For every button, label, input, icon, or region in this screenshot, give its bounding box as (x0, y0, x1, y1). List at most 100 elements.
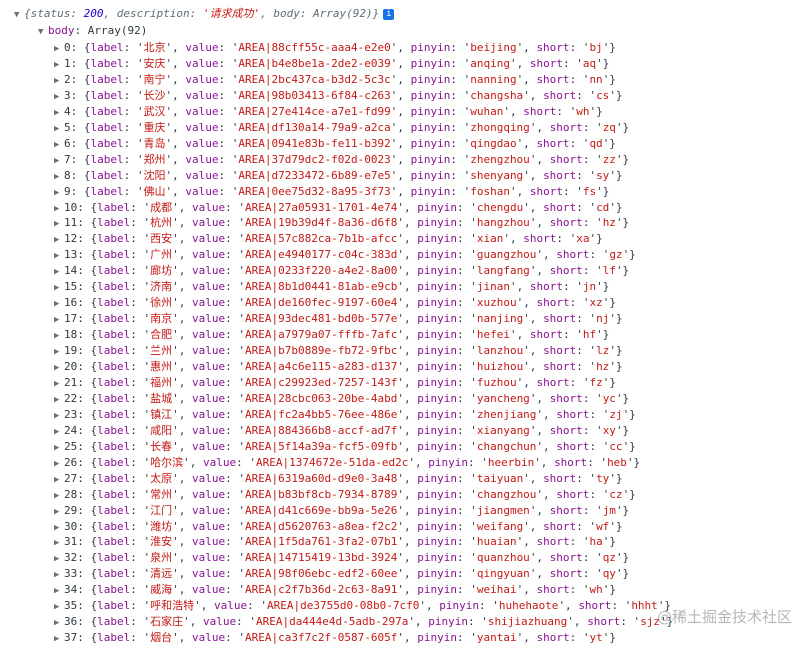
expand-triangle-icon[interactable]: ▶ (54, 264, 64, 280)
array-item-row[interactable]: ▶ 5: {label: '重庆', value: 'AREA|df130a14-… (54, 120, 629, 136)
expand-triangle-icon[interactable]: ▶ (54, 105, 64, 121)
item-label: 哈尔滨 (150, 455, 184, 469)
expand-triangle-icon[interactable]: ▶ (54, 280, 64, 296)
item-label: 重庆 (143, 120, 166, 134)
array-item-row[interactable]: ▶ 25: {label: '长春', value: 'AREA|5f14a39a… (54, 439, 636, 455)
collapse-triangle-icon[interactable]: ▼ (14, 7, 24, 23)
expand-triangle-icon[interactable]: ▶ (54, 312, 64, 328)
summary-mid: , description: (103, 7, 203, 20)
item-pinyin: zhongqing (470, 120, 530, 134)
expand-triangle-icon[interactable]: ▶ (54, 520, 64, 536)
array-item-row[interactable]: ▶ 26: {label: '哈尔滨', value: 'AREA|1374672… (54, 455, 640, 471)
expand-triangle-icon[interactable]: ▶ (54, 535, 64, 551)
item-value: AREA|57c882ca-7b1b-afcc (245, 232, 398, 246)
array-item-row[interactable]: ▶ 36: {label: '石家庄', value: 'AREA|da444e4… (54, 614, 673, 630)
array-item-row[interactable]: ▶ 23: {label: '镇江', value: 'AREA|fc2a4bb5… (54, 407, 636, 423)
array-item-row[interactable]: ▶ 15: {label: '济南', value: 'AREA|8b1d0441… (54, 279, 609, 295)
item-pinyin: zhengzhou (470, 152, 530, 166)
response-summary[interactable]: ▼ {status: 200, description: '请求成功', body… (14, 6, 395, 23)
array-item-row[interactable]: ▶ 10: {label: '成都', value: 'AREA|27a05931… (54, 200, 623, 216)
array-item-row[interactable]: ▶ 8: {label: '沈阳', value: 'AREA|d7233472-… (54, 168, 623, 184)
expand-triangle-icon[interactable]: ▶ (54, 424, 64, 440)
item-pinyin: lanzhou (476, 344, 524, 358)
expand-triangle-icon[interactable]: ▶ (54, 472, 64, 488)
array-item-row[interactable]: ▶ 18: {label: '合肥', value: 'AREA|a7979a07… (54, 327, 609, 343)
array-item-row[interactable]: ▶ 37: {label: '烟台', value: 'AREA|ca3f7c2f… (54, 630, 616, 646)
expand-triangle-icon[interactable]: ▶ (54, 615, 64, 631)
expand-triangle-icon[interactable]: ▶ (54, 583, 64, 599)
expand-triangle-icon[interactable]: ▶ (54, 328, 64, 344)
item-label: 常州 (150, 487, 173, 501)
expand-triangle-icon[interactable]: ▶ (54, 440, 64, 456)
item-short: xy (602, 423, 616, 437)
expand-triangle-icon[interactable]: ▶ (54, 360, 64, 376)
expand-triangle-icon[interactable]: ▶ (54, 504, 64, 520)
expand-triangle-icon[interactable]: ▶ (54, 408, 64, 424)
expand-triangle-icon[interactable]: ▶ (54, 344, 64, 360)
expand-triangle-icon[interactable]: ▶ (54, 392, 64, 408)
array-item-row[interactable]: ▶ 31: {label: '淮安', value: 'AREA|1f5da761… (54, 534, 616, 550)
expand-triangle-icon[interactable]: ▶ (54, 631, 64, 647)
array-item-row[interactable]: ▶ 11: {label: '杭州', value: 'AREA|19b39d4f… (54, 215, 629, 231)
array-item-row[interactable]: ▶ 6: {label: '青岛', value: 'AREA|0941e83b-… (54, 136, 616, 152)
expand-triangle-icon[interactable]: ▶ (54, 57, 64, 73)
expand-triangle-icon[interactable]: ▶ (54, 153, 64, 169)
array-item-row[interactable]: ▶ 34: {label: '威海', value: 'AREA|c2f7b36d… (54, 582, 616, 598)
expand-triangle-icon[interactable]: ▶ (54, 599, 64, 615)
item-pinyin: qingyuan (476, 567, 530, 581)
body-property[interactable]: ▼ body: Array(92) (38, 23, 147, 39)
item-label: 福州 (150, 375, 173, 389)
item-value: AREA|8b1d0441-81ab-e9cb (245, 280, 398, 294)
array-item-row[interactable]: ▶ 7: {label: '郑州', value: 'AREA|37d79dc2-… (54, 152, 629, 168)
array-item-row[interactable]: ▶ 17: {label: '南京', value: 'AREA|93dec481… (54, 311, 623, 327)
info-icon[interactable]: i (383, 9, 395, 20)
collapse-triangle-icon[interactable]: ▼ (38, 24, 48, 40)
array-item-row[interactable]: ▶ 29: {label: '江门', value: 'AREA|d41c669e… (54, 503, 629, 519)
array-item-row[interactable]: ▶ 13: {label: '广州', value: 'AREA|e4940177… (54, 247, 636, 263)
expand-triangle-icon[interactable]: ▶ (54, 248, 64, 264)
expand-triangle-icon[interactable]: ▶ (54, 376, 64, 392)
array-item-row[interactable]: ▶ 3: {label: '长沙', value: 'AREA|98b03413-… (54, 88, 623, 104)
expand-triangle-icon[interactable]: ▶ (54, 456, 64, 472)
array-item-row[interactable]: ▶ 27: {label: '太原', value: 'AREA|6319a60d… (54, 471, 623, 487)
array-item-row[interactable]: ▶ 1: {label: '安庆', value: 'AREA|b4e8be1a-… (54, 56, 609, 72)
item-pinyin: hefei (476, 328, 510, 342)
expand-triangle-icon[interactable]: ▶ (54, 551, 64, 567)
array-item-row[interactable]: ▶ 16: {label: '徐州', value: 'AREA|de160fec… (54, 295, 616, 311)
expand-triangle-icon[interactable]: ▶ (54, 89, 64, 105)
item-short: bj (589, 41, 603, 54)
array-item-row[interactable]: ▶ 4: {label: '武汉', value: 'AREA|27e414ce-… (54, 104, 603, 120)
array-item-row[interactable]: ▶ 12: {label: '西安', value: 'AREA|57c882ca… (54, 231, 603, 247)
expand-triangle-icon[interactable]: ▶ (54, 121, 64, 137)
array-item-row[interactable]: ▶ 19: {label: '兰州', value: 'AREA|b7b0889e… (54, 343, 623, 359)
item-label: 南京 (150, 312, 173, 326)
array-item-row[interactable]: ▶ 35: {label: '呼和浩特', value: 'AREA|de3755… (54, 598, 671, 614)
expand-triangle-icon[interactable]: ▶ (54, 137, 64, 153)
item-pinyin: xianyang (476, 423, 530, 437)
array-item-row[interactable]: ▶ 20: {label: '惠州', value: 'AREA|a4c6e115… (54, 359, 623, 375)
array-item-row[interactable]: ▶ 22: {label: '盐城', value: 'AREA|28cbc063… (54, 391, 629, 407)
item-pinyin: weihai (476, 583, 517, 597)
expand-triangle-icon[interactable]: ▶ (54, 73, 64, 89)
expand-triangle-icon[interactable]: ▶ (54, 185, 64, 201)
array-item-row[interactable]: ▶ 21: {label: '福州', value: 'AREA|c29923ed… (54, 375, 616, 391)
item-pinyin: yantai (476, 631, 517, 645)
item-short: ty (596, 471, 610, 485)
array-item-row[interactable]: ▶ 24: {label: '咸阳', value: 'AREA|884366b8… (54, 423, 629, 439)
array-item-row[interactable]: ▶ 2: {label: '南宁', value: 'AREA|2bc437ca-… (54, 72, 616, 88)
expand-triangle-icon[interactable]: ▶ (54, 296, 64, 312)
array-item-row[interactable]: ▶ 28: {label: '常州', value: 'AREA|b83bf8cb… (54, 487, 636, 503)
expand-triangle-icon[interactable]: ▶ (54, 201, 64, 217)
expand-triangle-icon[interactable]: ▶ (54, 41, 64, 57)
expand-triangle-icon[interactable]: ▶ (54, 232, 64, 248)
array-item-row[interactable]: ▶ 30: {label: '潍坊', value: 'AREA|d5620763… (54, 519, 623, 535)
array-item-row[interactable]: ▶ 14: {label: '廊坊', value: 'AREA|0233f220… (54, 263, 629, 279)
expand-triangle-icon[interactable]: ▶ (54, 169, 64, 185)
expand-triangle-icon[interactable]: ▶ (54, 216, 64, 232)
array-item-row[interactable]: ▶ 0: {label: '北京', value: 'AREA|88cff55c-… (54, 40, 616, 56)
expand-triangle-icon[interactable]: ▶ (54, 567, 64, 583)
array-item-row[interactable]: ▶ 9: {label: '佛山', value: 'AREA|0ee75d32-… (54, 184, 609, 200)
array-item-row[interactable]: ▶ 33: {label: '清远', value: 'AREA|98f06ebc… (54, 566, 629, 582)
array-item-row[interactable]: ▶ 32: {label: '泉州', value: 'AREA|14715419… (54, 550, 629, 566)
expand-triangle-icon[interactable]: ▶ (54, 488, 64, 504)
